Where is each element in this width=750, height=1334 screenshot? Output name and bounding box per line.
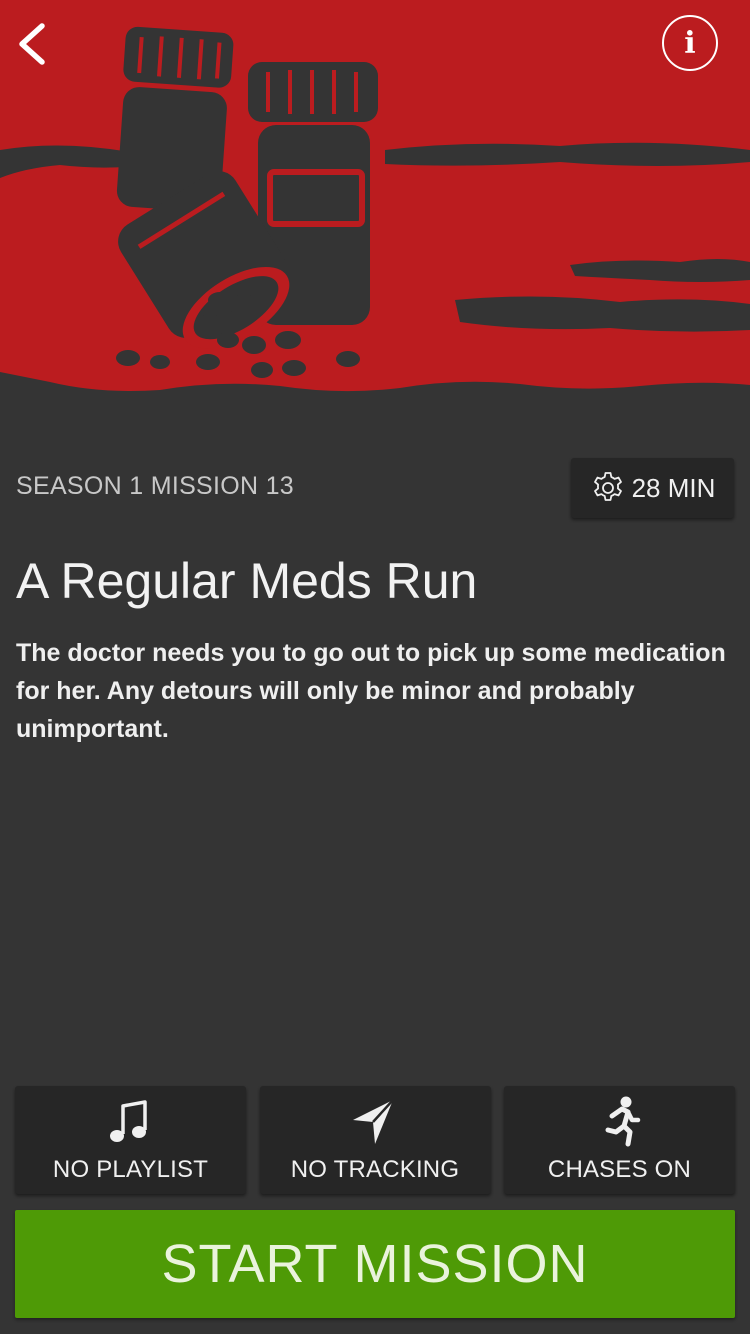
chases-option-button[interactable]: CHASES ON: [504, 1086, 735, 1194]
music-note-icon: [109, 1100, 147, 1142]
mission-title: A Regular Meds Run: [16, 553, 478, 609]
playlist-option-label: NO PLAYLIST: [52, 1156, 209, 1183]
info-icon: i: [684, 25, 696, 61]
tracking-option-button[interactable]: NO TRACKING: [259, 1086, 491, 1194]
chases-option-label: CHASES ON: [547, 1156, 692, 1183]
mission-options: NO PLAYLIST NO TRACKING CHASES ON: [15, 1086, 735, 1194]
info-button[interactable]: i: [662, 15, 718, 71]
hero-illustration: [0, 0, 750, 440]
playlist-option-button[interactable]: NO PLAYLIST: [15, 1086, 246, 1194]
location-arrow-icon: [353, 1099, 394, 1144]
duration-chip: 28 MIN: [571, 458, 734, 518]
duration-text: 28 MIN: [631, 472, 716, 503]
chevron-left-icon: [19, 23, 45, 65]
tracking-option-label: NO TRACKING: [290, 1156, 460, 1183]
pill-bottles-illustration: [0, 0, 750, 440]
back-button[interactable]: [12, 18, 56, 70]
gear-icon: [593, 472, 622, 501]
season-mission-label: SEASON 1 MISSION 13: [16, 472, 295, 500]
start-mission-button[interactable]: START MISSION: [15, 1210, 735, 1318]
running-man-icon: [605, 1096, 640, 1147]
mission-description: The doctor needs you to go out to pick u…: [16, 639, 726, 743]
